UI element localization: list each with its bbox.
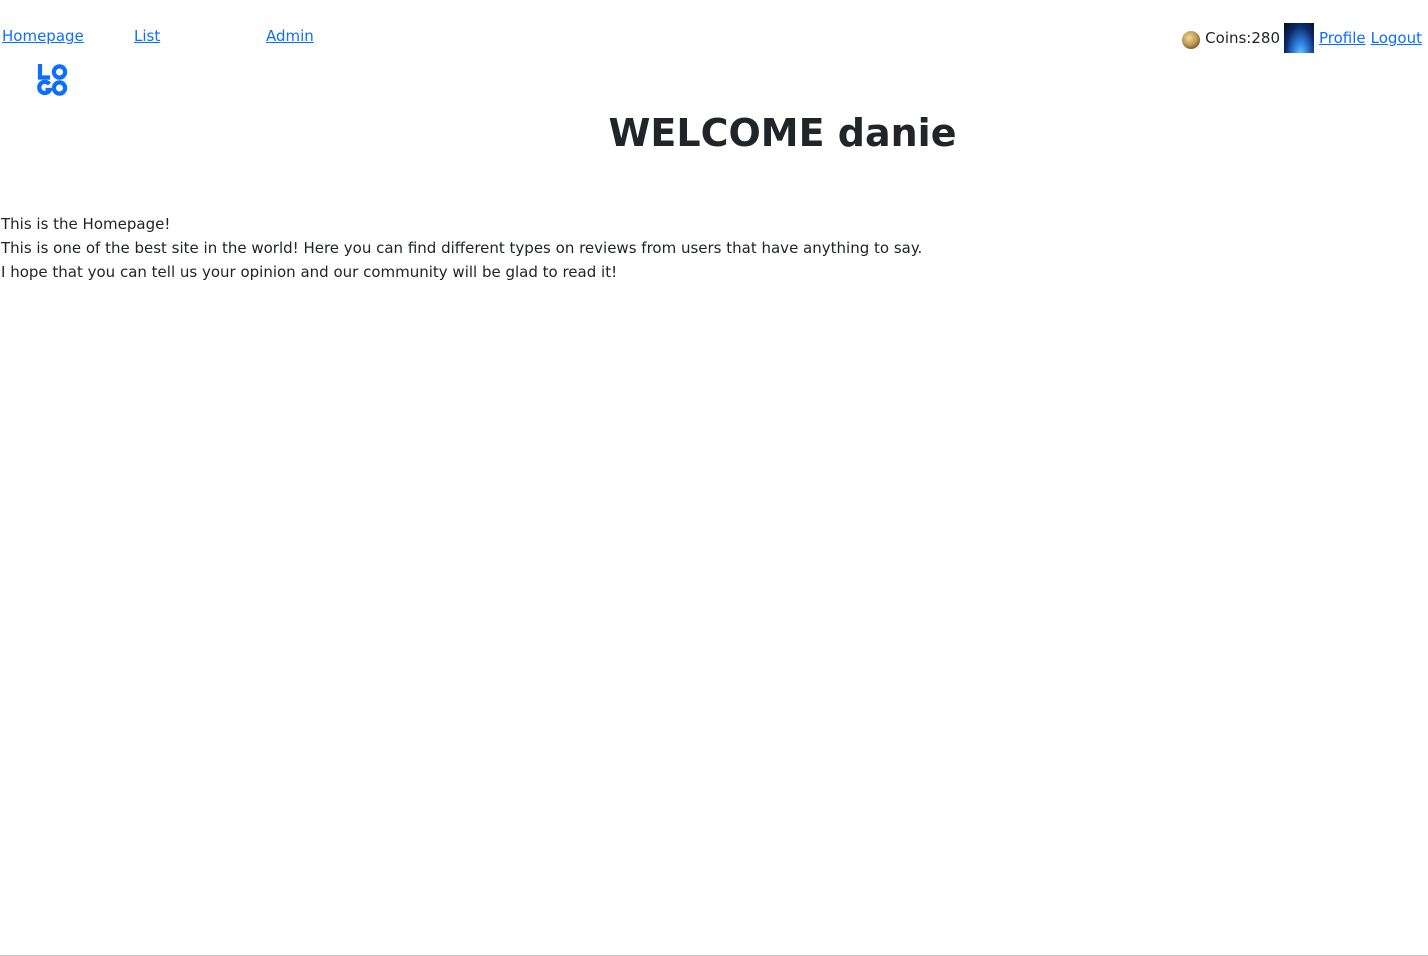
intro-line: This is one of the best site in the worl… [1,239,923,257]
intro-line: I hope that you can tell us your opinion… [1,263,618,281]
coin-icon [1182,30,1201,49]
profile-link[interactable]: Profile [1319,29,1366,47]
avatar [1284,23,1314,53]
nav-link-list[interactable]: List [134,26,160,46]
logout-link[interactable]: Logout [1371,29,1422,47]
page: Homepage List Admin Coins:280 Profile Lo… [0,0,1428,956]
nav-link-homepage[interactable]: Homepage [2,26,84,46]
nav-link-admin[interactable]: Admin [266,26,314,46]
intro-text: This is the Homepage! This is one of the… [1,212,922,284]
intro-line: This is the Homepage! [1,215,171,233]
page-title: WELCOME danie [608,111,957,155]
logo[interactable] [36,64,68,96]
coins-balance: Coins:280 [1205,29,1280,47]
user-bar: Coins:280 Profile Logout [1182,22,1422,54]
